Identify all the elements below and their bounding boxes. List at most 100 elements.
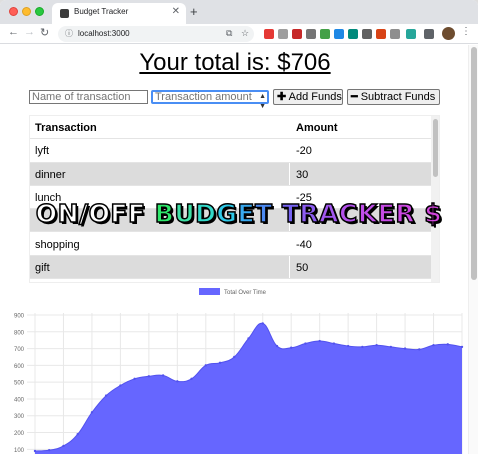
data-point <box>90 411 94 414</box>
overlay-banner-text: ON/OFF BUDGET TRACKER $ <box>35 198 443 229</box>
data-point <box>204 364 207 367</box>
add-funds-button[interactable]: ✚ Add Funds <box>273 89 343 105</box>
close-window-button[interactable] <box>9 7 18 16</box>
overlay-letter: A <box>318 198 339 229</box>
plus-icon: ✚ <box>277 91 287 103</box>
row-transaction: dinner <box>35 168 66 181</box>
extension-icon-3[interactable] <box>292 29 302 39</box>
page-scrollbar[interactable] <box>468 45 478 454</box>
series-area <box>35 323 462 454</box>
data-point <box>147 375 151 378</box>
legend-swatch <box>199 288 220 295</box>
overlay-letter: F <box>110 198 129 229</box>
row-transaction: gift <box>35 261 50 274</box>
overlay-letter <box>146 199 155 228</box>
overlay-letter: R <box>299 198 320 229</box>
data-point <box>304 342 307 345</box>
overlay-letter: K <box>357 198 378 229</box>
reload-icon[interactable]: ↻ <box>40 26 49 39</box>
y-tick-label: 300 <box>14 414 25 420</box>
extension-icon-9[interactable] <box>376 29 386 39</box>
minimize-window-button[interactable] <box>22 7 31 16</box>
table-scrollbar-thumb[interactable] <box>433 119 438 177</box>
extension-icon-7[interactable] <box>348 29 358 39</box>
data-point <box>460 345 464 349</box>
overlay-letter: C <box>338 198 358 229</box>
subtract-funds-label: Subtract Funds <box>360 91 436 103</box>
row-amount: -40 <box>296 238 312 251</box>
browser-menu-icon[interactable]: ⋮ <box>461 26 471 37</box>
data-point <box>33 449 37 453</box>
data-point <box>446 343 449 346</box>
add-funds-label: Add Funds <box>288 91 342 103</box>
overlay-letter: U <box>174 198 196 229</box>
overlay-letter: $ <box>424 198 443 229</box>
extension-icon-6[interactable] <box>334 29 344 39</box>
zoom-window-button[interactable] <box>35 7 44 16</box>
tab-close-icon[interactable]: ✕ <box>172 6 180 17</box>
back-icon[interactable]: ← <box>8 26 19 38</box>
forward-icon[interactable]: → <box>24 26 35 38</box>
transaction-name-input[interactable]: Name of transaction <box>29 90 148 104</box>
stepper-arrows-icon[interactable]: ▲ ▼ <box>259 92 266 112</box>
profile-avatar[interactable] <box>442 27 455 40</box>
browser-toolbar: ← → ↻ ⓘ localhost:3000 ⧉ ☆ ⋮ <box>0 24 478 44</box>
data-point <box>104 394 108 397</box>
legend-label: Total Over Time <box>224 290 267 296</box>
browser-window: Budget Tracker ✕ + ← → ↻ ⓘ localhost:300… <box>0 0 478 454</box>
row-amount: -20 <box>296 145 312 158</box>
data-point <box>332 342 336 345</box>
data-point <box>403 347 407 350</box>
y-tick-label: 400 <box>14 397 25 403</box>
total-over-time-chart: 100 200 300 400 500 600 700 800 900 Total Over Ti… <box>14 288 464 454</box>
overlay-letter: D <box>194 198 217 229</box>
y-tick-label: 500 <box>14 381 25 387</box>
row-transaction: shopping <box>35 238 80 251</box>
page-content: Your total is: $706 Name of transaction … <box>0 45 478 454</box>
overlay-letter: T <box>254 198 273 229</box>
bookmark-star-icon[interactable]: ☆ <box>241 28 249 39</box>
data-point <box>290 346 293 349</box>
data-point <box>133 377 136 381</box>
data-point <box>432 344 435 347</box>
page-scrollbar-thumb[interactable] <box>471 47 477 280</box>
data-point <box>318 339 321 343</box>
site-info-icon[interactable]: ⓘ <box>65 28 73 39</box>
transaction-amount-input[interactable]: Transaction amount ▲ ▼ <box>151 90 269 110</box>
tab-budget-tracker[interactable]: Budget Tracker ✕ <box>52 3 186 24</box>
extension-icon-2[interactable] <box>278 29 288 39</box>
extension-icon-4[interactable] <box>306 29 316 39</box>
new-tab-button[interactable]: + <box>190 4 198 19</box>
y-tick-label: 700 <box>14 347 25 353</box>
amount-placeholder: Transaction amount <box>155 91 252 103</box>
extension-icon-10[interactable] <box>390 29 400 39</box>
y-tick-label: 800 <box>14 330 25 336</box>
overlay-letter <box>415 199 424 228</box>
share-icon[interactable]: ⧉ <box>226 28 232 39</box>
extension-icon-8[interactable] <box>362 29 372 39</box>
data-point <box>190 377 193 381</box>
extension-icon-1[interactable] <box>264 29 274 39</box>
y-tick-label: 900 <box>14 314 25 320</box>
data-point <box>48 448 51 452</box>
address-bar[interactable]: ⓘ localhost:3000 ⧉ ☆ <box>58 26 254 42</box>
overlay-letter: O <box>88 198 111 229</box>
extensions-puzzle-icon[interactable] <box>424 29 434 39</box>
extension-icon-5[interactable] <box>320 29 330 39</box>
table-row: shopping -40 <box>30 232 432 256</box>
table-row: dinner 30 <box>30 162 432 186</box>
tab-title: Budget Tracker <box>74 7 129 16</box>
overlay-banner-title: ON/OFF BUDGET TRACKER $ <box>0 198 478 229</box>
minus-icon: ━ <box>351 91 358 103</box>
data-point <box>233 355 236 359</box>
data-point <box>247 337 250 340</box>
extension-icon-11[interactable] <box>406 29 416 39</box>
overlay-letter: N <box>57 198 79 229</box>
data-point <box>346 344 350 348</box>
url-text[interactable]: localhost:3000 <box>78 29 130 38</box>
data-point <box>119 384 122 387</box>
overlay-letter <box>273 199 282 228</box>
data-point <box>375 344 378 347</box>
table-row: gift 50 <box>30 255 432 280</box>
subtract-funds-button[interactable]: ━ Subtract Funds <box>347 89 440 105</box>
